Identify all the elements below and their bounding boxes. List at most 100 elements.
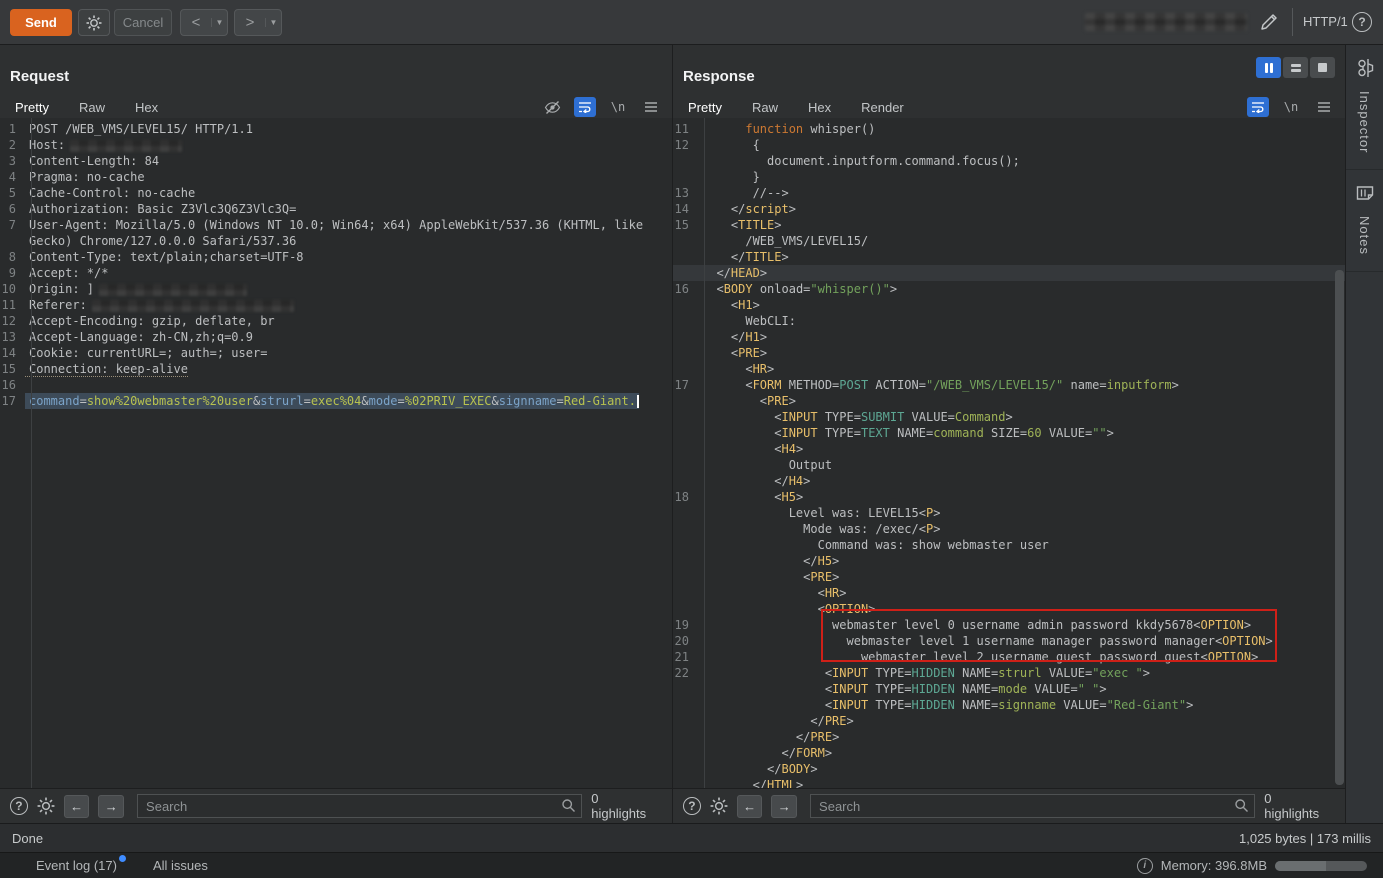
line-number: 9 <box>0 265 25 281</box>
cancel-button[interactable]: Cancel <box>114 9 172 36</box>
toolbar-divider <box>1292 8 1293 36</box>
search-help-icon[interactable]: ? <box>10 797 28 815</box>
search-settings-gear-icon[interactable] <box>710 797 728 815</box>
line-number: 16 <box>0 377 25 393</box>
search-help-icon[interactable]: ? <box>683 797 701 815</box>
code-line: 10Origin: ] <box>0 281 672 297</box>
code-line: <H4> <box>673 441 1345 457</box>
request-search-bar: ? ← → <box>0 788 672 823</box>
redacted-target <box>1085 13 1247 31</box>
line-number: 2 <box>0 137 25 153</box>
line-number: 1 <box>0 121 25 137</box>
code-line: <OPTION> <box>673 601 1345 617</box>
forward-request-button[interactable]: > ▼ <box>234 9 282 36</box>
line-number <box>673 713 698 729</box>
redacted-text <box>92 300 294 312</box>
search-prev-button[interactable]: ← <box>737 795 763 818</box>
arrow-left-icon: ← <box>70 799 83 814</box>
line-number: 21 <box>673 649 698 665</box>
spy-icon <box>1356 58 1374 78</box>
back-request-button[interactable]: < ▼ <box>180 9 228 36</box>
code-line: </H1> <box>673 329 1345 345</box>
show-newlines-icon[interactable]: \n <box>1280 97 1302 117</box>
word-wrap-icon[interactable] <box>574 97 596 117</box>
all-issues-button[interactable]: All issues <box>153 858 208 873</box>
line-number: 19 <box>673 617 698 633</box>
code-line: 12Accept-Encoding: gzip, deflate, br <box>0 313 672 329</box>
code-line: <H1> <box>673 297 1345 313</box>
request-title: Request <box>10 68 69 85</box>
code-line: 8Content-Type: text/plain;charset=UTF-8 <box>0 249 672 265</box>
gutter-divider <box>31 118 32 788</box>
code-line: 22 <INPUT TYPE=HIDDEN NAME=strurl VALUE=… <box>673 665 1345 681</box>
code-line: 7User-Agent: Mozilla/5.0 (Windows NT 10.… <box>0 217 672 233</box>
code-line: <HR> <box>673 361 1345 377</box>
menu-icon[interactable] <box>640 97 662 117</box>
line-number <box>673 425 698 441</box>
pencil-icon <box>1258 11 1280 33</box>
line-number: 14 <box>0 345 25 361</box>
hide-nonprintable-icon[interactable] <box>541 97 563 117</box>
sidebar-tab-inspector[interactable]: Inspector <box>1346 45 1383 170</box>
send-button[interactable]: Send <box>10 9 72 36</box>
line-number <box>673 697 698 713</box>
code-line: <INPUT TYPE=HIDDEN NAME=signname VALUE="… <box>673 697 1345 713</box>
code-line: 1POST /WEB_VMS/LEVEL15/ HTTP/1.1 <box>0 121 672 137</box>
word-wrap-icon[interactable] <box>1247 97 1269 117</box>
line-number: 22 <box>673 665 698 681</box>
code-line: </PRE> <box>673 729 1345 745</box>
response-editor[interactable]: 11 function whisper()12 { document.input… <box>673 118 1345 788</box>
request-editor[interactable]: 1POST /WEB_VMS/LEVEL15/ HTTP/1.12Host:3C… <box>0 118 672 788</box>
code-line: Output <box>673 457 1345 473</box>
response-panel: Response Pretty Raw Hex Render <box>673 45 1345 823</box>
search-next-button[interactable]: → <box>98 795 124 818</box>
line-number <box>673 537 698 553</box>
line-number: 17 <box>673 377 698 393</box>
send-settings-button[interactable] <box>78 9 110 36</box>
code-line: <PRE> <box>673 345 1345 361</box>
sidebar-tab-notes[interactable]: Notes <box>1346 170 1383 272</box>
code-line: </H4> <box>673 473 1345 489</box>
memory-bar-fill <box>1275 861 1326 871</box>
search-prev-button[interactable]: ← <box>64 795 90 818</box>
request-search-box <box>137 794 582 818</box>
response-metrics: 1,025 bytes | 173 millis <box>1239 831 1371 846</box>
redacted-text <box>70 140 182 152</box>
code-line: 6Authorization: Basic Z3Vlc3Q6Z3Vlc3Q= <box>0 201 672 217</box>
response-search-box <box>810 794 1255 818</box>
line-number <box>673 473 698 489</box>
chevron-down-icon[interactable]: ▼ <box>265 18 281 27</box>
layout-rows-button[interactable] <box>1283 57 1308 78</box>
code-line: WebCLI: <box>673 313 1345 329</box>
event-log-button[interactable]: Event log (17) <box>36 858 117 873</box>
code-line: 14 </script> <box>673 201 1345 217</box>
info-icon[interactable]: i <box>1137 858 1153 874</box>
layout-tabs-button[interactable] <box>1310 57 1335 78</box>
response-scrollbar[interactable] <box>1335 270 1344 785</box>
chevron-down-icon[interactable]: ▼ <box>211 18 227 27</box>
response-search-input[interactable] <box>810 794 1255 818</box>
line-number <box>673 777 698 788</box>
line-number: 3 <box>0 153 25 169</box>
http-version-label[interactable]: HTTP/1 <box>1303 14 1348 29</box>
request-search-input[interactable] <box>137 794 582 818</box>
line-number <box>673 393 698 409</box>
search-next-button[interactable]: → <box>771 795 797 818</box>
line-number: 15 <box>673 217 698 233</box>
line-number <box>673 345 698 361</box>
show-newlines-icon[interactable]: \n <box>607 97 629 117</box>
code-line: 13Accept-Language: zh-CN,zh;q=0.9 <box>0 329 672 345</box>
code-line: </HEAD> <box>673 265 1345 281</box>
line-number <box>673 745 698 761</box>
line-number: 8 <box>0 249 25 265</box>
code-line: } <box>673 169 1345 185</box>
edit-target-button[interactable] <box>1258 11 1280 33</box>
line-number: 13 <box>0 329 25 345</box>
code-line: 17command=show%20webmaster%20user&strurl… <box>0 393 672 409</box>
code-line: 15 <TITLE> <box>673 217 1345 233</box>
menu-icon[interactable] <box>1313 97 1335 117</box>
search-settings-gear-icon[interactable] <box>37 797 55 815</box>
layout-columns-button[interactable] <box>1256 57 1281 78</box>
code-line: 2Host: <box>0 137 672 153</box>
help-icon[interactable]: ? <box>1352 12 1372 32</box>
